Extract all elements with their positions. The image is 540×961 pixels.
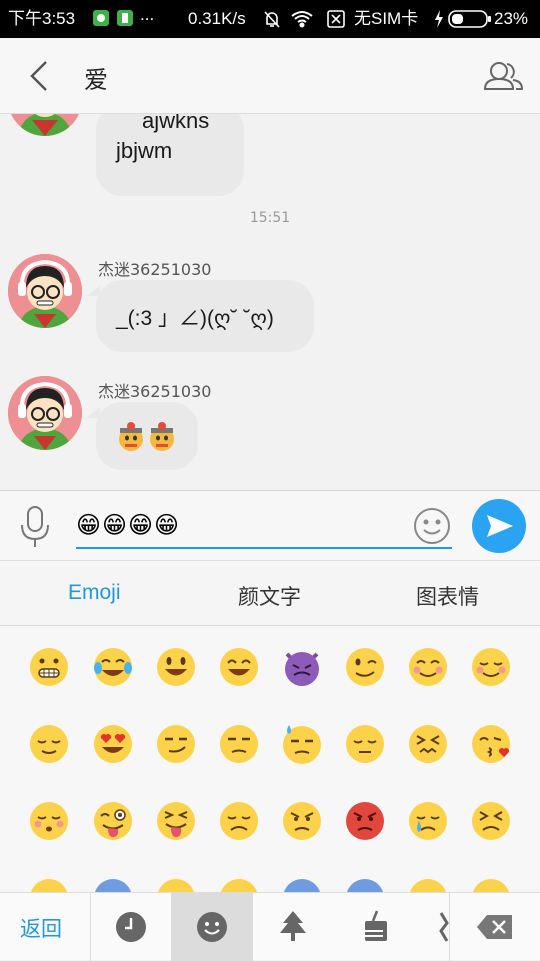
avatar-image [8, 254, 82, 328]
category-smileys[interactable] [171, 893, 253, 961]
activity-icon [439, 912, 449, 942]
avatar[interactable] [8, 376, 82, 450]
backspace-icon [477, 915, 512, 939]
message-input-value: 😁😁😁😁 [76, 511, 181, 539]
message-timestamp: 15:51 [249, 210, 291, 226]
notification-app-icon [92, 9, 110, 32]
pensive-emoji-icon[interactable] [344, 723, 386, 765]
kissing-heart-emoji-icon[interactable] [470, 723, 512, 765]
relieved-emoji-icon[interactable] [28, 723, 70, 765]
send-button[interactable] [472, 499, 526, 553]
tears-of-joy-emoji-icon[interactable] [92, 646, 134, 688]
message-text-line: jbjwm [116, 138, 173, 163]
back-button[interactable] [22, 56, 58, 96]
emoji-category-bar: 返回 [0, 892, 540, 961]
message-bubble[interactable]: ajwkns jbjwm [96, 114, 244, 196]
mute-bell-icon [262, 9, 282, 34]
sweat-emoji-icon[interactable] [281, 723, 323, 765]
emoji-icon[interactable] [28, 877, 70, 892]
food-icon [360, 910, 387, 941]
emoji-icon[interactable] [281, 877, 323, 892]
disappointed-emoji-icon[interactable] [218, 800, 260, 842]
sender-name: 杰迷36251030 [98, 382, 212, 401]
category-activity[interactable] [413, 893, 449, 961]
battery-icon [448, 10, 492, 33]
message-text-line: ajwkns [142, 114, 210, 133]
smirk-emoji-icon[interactable] [155, 723, 197, 765]
stuck-out-tongue-winking-emoji-icon[interactable] [92, 800, 134, 842]
charging-icon [434, 9, 444, 34]
people-icon [483, 62, 524, 90]
smiley-icon [197, 912, 227, 942]
keyboard-back-label: 返回 [20, 917, 62, 941]
wink-emoji-icon[interactable] [344, 646, 386, 688]
tab-kaomoji[interactable]: 颜文字 [238, 581, 301, 611]
chat-area[interactable]: ajwkns jbjwm 15:51 杰迷36251030 _(:3 」∠)(ღ… [0, 114, 540, 490]
category-nature[interactable] [253, 893, 333, 961]
chat-header: 爱 [0, 38, 540, 114]
clock-icon [116, 912, 146, 942]
rage-emoji-icon[interactable] [344, 800, 386, 842]
sender-name: 杰迷36251030 [98, 260, 212, 279]
keyboard-back-button[interactable]: 返回 [0, 893, 90, 961]
status-more: ... [140, 5, 155, 24]
avatar[interactable] [8, 114, 82, 136]
chat-title: 爱 [84, 66, 108, 94]
status-time: 下午3:53 [8, 9, 76, 28]
message-text: _(:3 」∠)(ღ˘ ˘ღ) [116, 307, 274, 330]
smiley-emoji-icon[interactable] [155, 646, 197, 688]
unamused-emoji-icon[interactable] [218, 723, 260, 765]
emoji-toggle-button[interactable] [412, 506, 452, 546]
emoji-icon[interactable] [470, 877, 512, 892]
angry-emoji-icon[interactable] [281, 800, 323, 842]
cry-emoji-icon[interactable] [407, 800, 449, 842]
kissing-closed-eyes-emoji-icon[interactable] [28, 800, 70, 842]
stuck-out-tongue-closed-eyes-emoji-icon[interactable] [155, 800, 197, 842]
avatar[interactable] [8, 254, 82, 328]
emoji-icon[interactable] [155, 877, 197, 892]
status-speed: 0.31K/s [188, 9, 246, 28]
emoji-icon[interactable] [92, 877, 134, 892]
emoji-icon[interactable] [218, 877, 260, 892]
message-bubble[interactable]: _(:3 」∠)(ღ˘ ˘ღ) [96, 280, 314, 352]
chevron-left-icon [30, 61, 47, 91]
notification-download-icon [116, 9, 134, 32]
persevere-emoji-icon[interactable] [470, 800, 512, 842]
status-battery: 23% [494, 9, 529, 28]
no-sim-icon [326, 9, 346, 34]
smile-emoji-icon[interactable] [218, 646, 260, 688]
message-bubble[interactable] [96, 402, 198, 470]
relaxed-emoji-icon[interactable] [470, 646, 512, 688]
microphone-icon [21, 506, 49, 547]
avatar-image [8, 114, 82, 136]
delete-button[interactable] [450, 893, 540, 961]
message-input-bar: 😁😁😁😁 [0, 490, 540, 560]
tab-sticker[interactable]: 图表情 [416, 581, 479, 611]
wifi-icon [290, 9, 314, 34]
avatar-image [8, 376, 82, 450]
send-arrow-icon [487, 515, 513, 537]
heart-eyes-emoji-icon[interactable] [92, 723, 134, 765]
tree-icon [280, 911, 306, 941]
category-food[interactable] [333, 893, 413, 961]
imp-emoji-icon[interactable] [281, 646, 323, 688]
status-sim: 无SIM卡 [354, 9, 419, 28]
emoji-keyboard-tabs: Emoji 颜文字 图表情 [0, 560, 540, 626]
confounded-emoji-icon[interactable] [407, 723, 449, 765]
smiley-outline-icon [414, 508, 450, 544]
voice-input-button[interactable] [16, 503, 56, 549]
exploding-head-emoji-icon [119, 422, 174, 451]
blush-emoji-icon[interactable] [407, 646, 449, 688]
status-bar: 下午3:53 ... 0.31K/s 无SIM卡 23% [0, 0, 540, 38]
group-members-button[interactable] [480, 56, 526, 96]
tab-emoji[interactable]: Emoji [68, 581, 121, 605]
emoji-icon[interactable] [344, 877, 386, 892]
message-input[interactable]: 😁😁😁😁 [76, 505, 452, 549]
category-recent[interactable] [91, 893, 171, 961]
grinning-teeth-emoji-icon[interactable] [28, 646, 70, 688]
emoji-icon[interactable] [407, 877, 449, 892]
emoji-grid [0, 626, 540, 892]
